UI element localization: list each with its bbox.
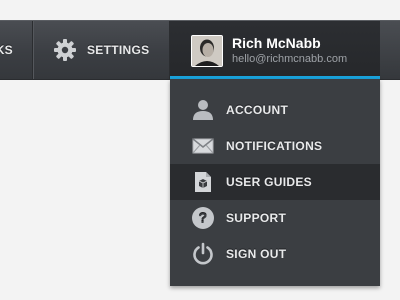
menu-item-label: SIGN OUT [226,247,287,261]
nav-item-settings[interactable]: SETTINGS [33,21,170,79]
avatar [191,35,223,67]
menu-item-sign-out[interactable]: SIGN OUT [170,236,380,272]
menu-item-label: SUPPORT [226,211,287,225]
menu-item-label: NOTIFICATIONS [226,139,323,153]
menu-item-user-guides[interactable]: USER GUIDES [170,164,380,200]
nav-item-settings-label: SETTINGS [87,43,150,57]
help-icon: ? [190,205,216,231]
gear-icon [54,39,76,61]
top-navbar: KS SETTINGS Rich McNabb hello@richmcnabb… [0,20,400,80]
nav-item-links[interactable]: KS [0,21,32,79]
envelope-icon [190,133,216,159]
menu-item-support[interactable]: ? SUPPORT [170,200,380,236]
svg-text:?: ? [198,210,207,227]
nav-item-links-label: KS [0,43,13,57]
menu-item-label: USER GUIDES [226,175,312,189]
power-icon [190,241,216,267]
profile-dropdown-menu: ACCOUNT NOTIFICATIONS USER GUIDES ? SUPP… [170,79,380,286]
profile-menu-toggle[interactable]: Rich McNabb hello@richmcnabb.com [170,21,380,80]
document-icon [190,169,216,195]
menu-item-account[interactable]: ACCOUNT [170,92,380,128]
menu-item-label: ACCOUNT [226,103,289,117]
profile-email: hello@richmcnabb.com [232,53,348,65]
user-icon [190,97,216,123]
profile-name: Rich McNabb [232,35,321,51]
nav-item-next[interactable] [380,21,400,79]
menu-item-notifications[interactable]: NOTIFICATIONS [170,128,380,164]
